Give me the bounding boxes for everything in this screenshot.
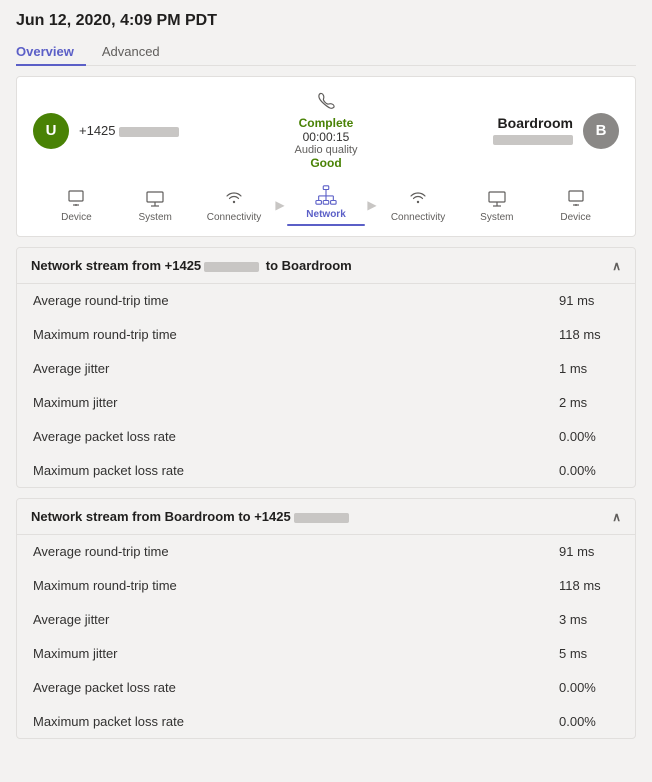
icon-label-connectivity-right: Connectivity [391, 212, 445, 223]
arrow-right: ▶ [365, 198, 378, 212]
stream1-title: Network stream from +1425 to Boardroom [31, 258, 352, 273]
data-row: Average jitter 1 ms [17, 352, 635, 386]
page-title: Jun 12, 2020, 4:09 PM PDT [16, 12, 636, 30]
data-label: Average round-trip time [33, 293, 169, 308]
stream1-header[interactable]: Network stream from +1425 to Boardroom ∧ [17, 248, 635, 284]
icon-device-left: Device [37, 187, 116, 223]
stream2-title-redacted [294, 513, 349, 523]
data-value: 2 ms [559, 395, 619, 410]
data-row: Maximum packet loss rate 0.00% [17, 454, 635, 487]
data-row: Average packet loss rate 0.00% [17, 420, 635, 454]
icon-device-right: Device [536, 187, 615, 223]
active-tab-underline [287, 224, 366, 226]
stream2-title: Network stream from Boardroom to +1425 [31, 509, 352, 524]
icon-label-connectivity-left: Connectivity [207, 212, 261, 223]
data-label: Average jitter [33, 361, 109, 376]
data-label: Maximum jitter [33, 395, 118, 410]
data-value: 0.00% [559, 463, 619, 478]
callee-detail-redacted [493, 135, 573, 145]
stream2-collapse-icon: ∧ [612, 510, 621, 524]
icon-connectivity-left: Connectivity [195, 187, 274, 223]
data-value: 91 ms [559, 293, 619, 308]
page-wrapper: Jun 12, 2020, 4:09 PM PDT Overview Advan… [0, 0, 652, 782]
caller-number-redacted [119, 127, 179, 137]
callee-info: Boardroom [493, 115, 573, 146]
data-label: Average packet loss rate [33, 429, 176, 444]
call-participants: U +1425 Complete 00:00:15 Audio quality … [33, 91, 619, 170]
call-center: Complete 00:00:15 Audio quality Good [228, 91, 423, 170]
stream2-section: Network stream from Boardroom to +1425 ∧… [16, 498, 636, 739]
data-label: Average round-trip time [33, 544, 169, 559]
icon-system-right: System [457, 187, 536, 223]
stream1-section: Network stream from +1425 to Boardroom ∧… [16, 247, 636, 488]
participant-left: U +1425 [33, 113, 228, 149]
call-status: Complete [299, 116, 354, 130]
network-icons-row: Device System Connectivity [33, 184, 619, 226]
stream1-title-redacted [204, 262, 259, 272]
data-value: 118 ms [559, 327, 619, 342]
data-value: 0.00% [559, 680, 619, 695]
data-value: 91 ms [559, 544, 619, 559]
caller-number: +1425 [79, 123, 116, 138]
stream2-rows: Average round-trip time 91 ms Maximum ro… [17, 535, 635, 738]
data-row: Maximum round-trip time 118 ms [17, 569, 635, 603]
avatar-callee: B [583, 113, 619, 149]
audio-quality-value: Good [310, 156, 341, 170]
data-row: Maximum packet loss rate 0.00% [17, 705, 635, 738]
icon-label-device-right: Device [560, 212, 591, 223]
data-row: Maximum jitter 2 ms [17, 386, 635, 420]
call-card: U +1425 Complete 00:00:15 Audio quality … [16, 76, 636, 237]
icon-label-network: Network [306, 209, 345, 220]
tab-advanced[interactable]: Advanced [102, 38, 172, 65]
audio-quality-label: Audio quality [294, 144, 357, 156]
data-label: Maximum round-trip time [33, 327, 177, 342]
participant-right: Boardroom B [424, 113, 619, 149]
data-row: Maximum jitter 5 ms [17, 637, 635, 671]
icon-label-system-left: System [139, 212, 172, 223]
icon-system-left: System [116, 187, 195, 223]
arrow-left: ▶ [273, 198, 286, 212]
data-label: Maximum round-trip time [33, 578, 177, 593]
caller-info: +1425 [79, 123, 179, 138]
data-label: Average jitter [33, 612, 109, 627]
icon-label-system-right: System [480, 212, 513, 223]
call-duration: 00:00:15 [303, 130, 350, 144]
tab-overview[interactable]: Overview [16, 38, 86, 65]
data-value: 0.00% [559, 714, 619, 729]
data-value: 5 ms [559, 646, 619, 661]
data-value: 118 ms [559, 578, 619, 593]
data-value: 3 ms [559, 612, 619, 627]
phone-icon [317, 91, 335, 114]
tabs-bar: Overview Advanced [16, 38, 636, 66]
data-value: 1 ms [559, 361, 619, 376]
data-row: Average packet loss rate 0.00% [17, 671, 635, 705]
stream1-rows: Average round-trip time 91 ms Maximum ro… [17, 284, 635, 487]
data-row: Average jitter 3 ms [17, 603, 635, 637]
data-label: Maximum packet loss rate [33, 714, 184, 729]
callee-name: Boardroom [493, 115, 573, 131]
stream1-collapse-icon: ∧ [612, 259, 621, 273]
data-row: Average round-trip time 91 ms [17, 284, 635, 318]
avatar-caller: U [33, 113, 69, 149]
icon-connectivity-right: Connectivity [379, 187, 458, 223]
data-label: Maximum packet loss rate [33, 463, 184, 478]
data-label: Maximum jitter [33, 646, 118, 661]
data-row: Average round-trip time 91 ms [17, 535, 635, 569]
data-row: Maximum round-trip time 118 ms [17, 318, 635, 352]
stream2-header[interactable]: Network stream from Boardroom to +1425 ∧ [17, 499, 635, 535]
icon-label-device-left: Device [61, 212, 92, 223]
data-label: Average packet loss rate [33, 680, 176, 695]
data-value: 0.00% [559, 429, 619, 444]
icon-network: Network [287, 184, 366, 226]
